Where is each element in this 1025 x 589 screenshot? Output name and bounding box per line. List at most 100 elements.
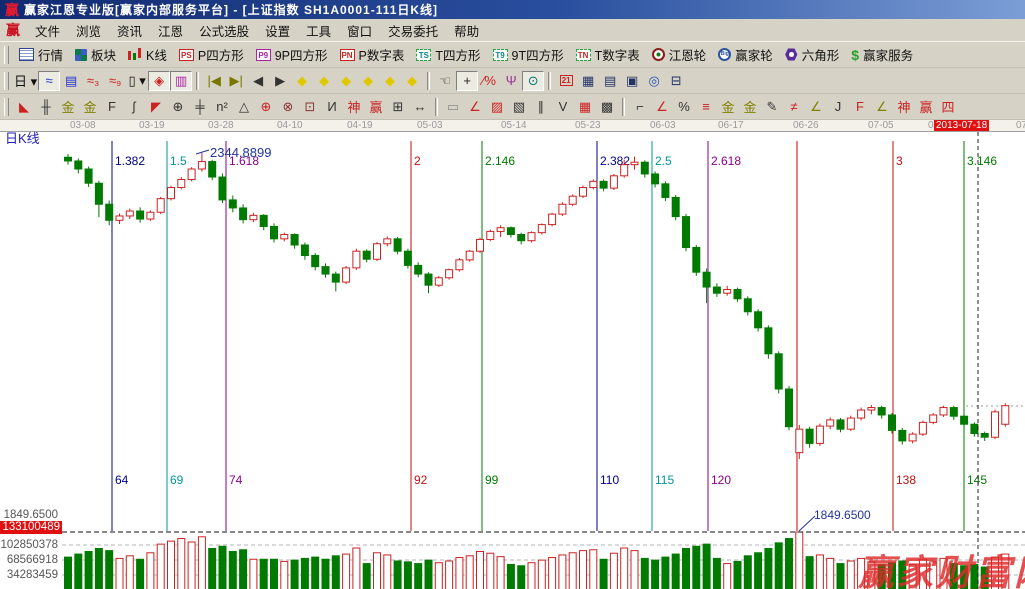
menu-item-window[interactable]: 窗口	[339, 19, 380, 42]
clock-tool-button[interactable]: ⊙	[522, 71, 544, 91]
prev-bar-button[interactable]: ◀	[247, 71, 269, 91]
sector-blocks-button[interactable]: 板块	[69, 43, 122, 66]
expand-horizontal-button[interactable]: ◆	[335, 71, 357, 91]
brush-tool-button[interactable]: ◣	[13, 97, 35, 117]
calculator-button[interactable]: ▦	[577, 71, 599, 91]
winner-service-button[interactable]: $赢家服务	[845, 43, 919, 66]
kline-chart-area[interactable]: 1.382641.5691.618742922.146992.3821102.5…	[0, 132, 1025, 589]
pattern-marker-button[interactable]: ◈	[148, 71, 170, 91]
f-vline-tool-button[interactable]: F	[101, 97, 123, 117]
gold-circle-tool-button[interactable]: 金	[717, 97, 739, 117]
percent-fan-tool-button[interactable]: ∠	[651, 97, 673, 117]
hand-tool-icon: ☜	[439, 73, 451, 89]
hash-line-tool-button[interactable]: ╪	[189, 97, 211, 117]
swing-9-button[interactable]: ≈₉	[104, 71, 126, 91]
info-panel-button[interactable]: ▤	[60, 71, 82, 91]
gold-vline2-tool-button[interactable]: 金	[79, 97, 101, 117]
shift-right-button[interactable]: ◆	[313, 71, 335, 91]
gann-wheel-tool-button[interactable]: ⊗	[277, 97, 299, 117]
calendar-button[interactable]: 21	[555, 71, 577, 91]
gold-circle-tool-icon: 金	[721, 97, 734, 116]
save-button[interactable]: ▣	[621, 71, 643, 91]
tn-box-icon: TN	[576, 49, 591, 61]
ray-fan-tool-button[interactable]: ∠	[464, 97, 486, 117]
diag-grid-tool-button[interactable]: ▩	[596, 97, 618, 117]
swing-3-button[interactable]: ≈₃	[82, 71, 104, 91]
j-angle-tool-button[interactable]: J	[827, 97, 849, 117]
menu-item-settings[interactable]: 设置	[257, 19, 298, 42]
square-ray-tool-button[interactable]: ▨	[486, 97, 508, 117]
ink-brush-tool-button[interactable]: ✎	[761, 97, 783, 117]
square-spiral-tool-button[interactable]: ⊡	[299, 97, 321, 117]
four-angle-tool-button[interactable]: 四	[937, 97, 959, 117]
crosshair-tool-button[interactable]: +	[456, 71, 478, 91]
menu-item-tools[interactable]: 工具	[298, 19, 339, 42]
next-bar-button[interactable]: ▶	[269, 71, 291, 91]
menu-item-formula-stock-pick[interactable]: 公式选股	[191, 19, 257, 42]
angle-mark-tool-button[interactable]: △	[233, 97, 255, 117]
period-day-dropdown-button[interactable]: 日 ▾	[13, 71, 38, 91]
percent-line-tool-button[interactable]: ≡	[695, 97, 717, 117]
circle-cross-tool-button[interactable]: ⊕	[255, 97, 277, 117]
percent-tool-button[interactable]: %	[673, 97, 695, 117]
wave-mark-tool-button[interactable]: И	[321, 97, 343, 117]
compress-all-button[interactable]: ◆	[401, 71, 423, 91]
candle-style-dropdown-button[interactable]: ▯ ▾	[126, 71, 148, 91]
gold-vline-tool-button[interactable]: 金	[57, 97, 79, 117]
menu-item-file[interactable]: 文件	[27, 19, 68, 42]
first-page-button[interactable]: |◀	[203, 71, 225, 91]
shen-vline-tool-button[interactable]: 神	[343, 97, 365, 117]
menu-item-trade[interactable]: 交易委托	[380, 19, 446, 42]
n2-tool-button[interactable]: n²	[211, 97, 233, 117]
hand-tool-button[interactable]: ☜	[434, 71, 456, 91]
gann-circle-tool-button[interactable]: ⊕	[167, 97, 189, 117]
vline-batch-tool-button[interactable]: ╫	[35, 97, 57, 117]
p-number-table-button[interactable]: PNP数字表	[334, 43, 411, 66]
gann-wheel-button[interactable]: 江恩轮	[646, 43, 713, 66]
gold-angle-tool-button[interactable]: ∠	[805, 97, 827, 117]
notepad-button[interactable]: ▤	[599, 71, 621, 91]
span-arrow-tool-button[interactable]: ↔	[409, 97, 431, 117]
expand-all-button[interactable]: ◆	[379, 71, 401, 91]
color-chart-button[interactable]: ▥	[170, 71, 192, 91]
t9-square-button[interactable]: T99T四方形	[487, 43, 570, 66]
last-page-button[interactable]: ▶|	[225, 71, 247, 91]
p-square-button[interactable]: PSP四方形	[173, 43, 250, 66]
p9-square-button[interactable]: P99P四方形	[250, 43, 334, 66]
red-grid-tool-button[interactable]: ▦	[574, 97, 596, 117]
win-vline-tool-button[interactable]: 赢	[365, 97, 387, 117]
winner-wheel-button[interactable]: Big赢家轮	[712, 43, 779, 66]
kline-button[interactable]: K线	[122, 43, 173, 66]
frame-tool-button[interactable]: ▭	[442, 97, 464, 117]
shift-left-button[interactable]: ◆	[291, 71, 313, 91]
market-quotes-button[interactable]: 行情	[13, 43, 69, 66]
magic-tool-button[interactable]: Ψ	[500, 71, 522, 91]
v-wave-tool-button[interactable]: V	[552, 97, 574, 117]
f-angle-tool-button[interactable]: F	[849, 97, 871, 117]
compress-horizontal-button[interactable]: ◆	[357, 71, 379, 91]
t-number-table-button[interactable]: TNT数字表	[570, 43, 646, 66]
gold-angle2-tool-button[interactable]: ∠	[871, 97, 893, 117]
circle-ray-tool-button[interactable]: ▧	[508, 97, 530, 117]
hexagon-button[interactable]: 六角形	[779, 43, 846, 66]
parallel-line-tool-button[interactable]: ≠	[783, 97, 805, 117]
shen-angle-tool-button[interactable]: 神	[893, 97, 915, 117]
spiral-tool-button[interactable]: ʃ	[123, 97, 145, 117]
toolbar-separator	[196, 72, 199, 90]
fan-line-tool-button[interactable]: ∥	[530, 97, 552, 117]
wave-overlay-button[interactable]: ≈	[38, 71, 60, 91]
menu-item-gann[interactable]: 江恩	[150, 19, 191, 42]
measure-percent-button[interactable]: ∕%	[478, 71, 500, 91]
step-chart-tool-button[interactable]: ⌐	[629, 97, 651, 117]
print-button[interactable]: ⊟	[665, 71, 687, 91]
dense-grid-tool-button[interactable]: ⊞	[387, 97, 409, 117]
web-update-button[interactable]: ◎	[643, 71, 665, 91]
menu-item-help[interactable]: 帮助	[446, 19, 487, 42]
kline-chart-canvas[interactable]: 1.382641.5691.618742922.146992.3821102.5…	[0, 132, 1025, 589]
t-square-button[interactable]: TST四方形	[410, 43, 486, 66]
gold-line-tool-button[interactable]: 金	[739, 97, 761, 117]
menu-item-browse[interactable]: 浏览	[68, 19, 109, 42]
brush2-tool-button[interactable]: ◤	[145, 97, 167, 117]
win-angle-tool-button[interactable]: 赢	[915, 97, 937, 117]
menu-item-news[interactable]: 资讯	[109, 19, 150, 42]
